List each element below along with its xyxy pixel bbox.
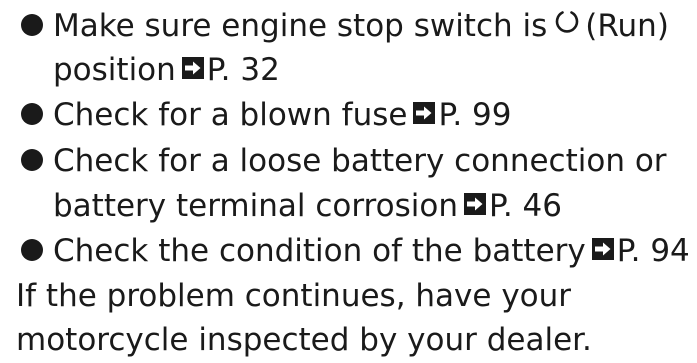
- page-reference: P. 99: [438, 97, 512, 133]
- instruction-item-battery-condition: Check the condition of the battery P. 94: [0, 228, 690, 274]
- page-reference-arrow-icon: [591, 227, 614, 273]
- instruction-text: Check for a loose battery connection or: [53, 143, 667, 179]
- page-reference: P. 32: [206, 52, 280, 88]
- instruction-text: Check for a blown fuse: [53, 97, 408, 133]
- page-reference: P. 94: [616, 233, 690, 269]
- footer-line-2: motorcycle inspected by your dealer.: [16, 322, 592, 358]
- instruction-item-engine-stop-switch: Make sure engine stop switch is (Run): [0, 3, 669, 49]
- instruction-text: Make sure engine stop switch is: [53, 8, 548, 44]
- instruction-text: Check the condition of the battery: [53, 233, 586, 269]
- instruction-item-engine-stop-switch-continued: position P. 32: [0, 47, 280, 93]
- bullet-icon: [21, 102, 43, 125]
- instruction-text: battery terminal corrosion: [53, 188, 458, 224]
- instruction-item-fuse: Check for a blown fuse P. 99: [0, 92, 511, 138]
- run-label: (Run): [585, 8, 669, 44]
- bullet-icon: [21, 148, 43, 171]
- instruction-item-battery-connection: Check for a loose battery connection or: [0, 138, 667, 184]
- footer-line-1: If the problem continues, have your: [16, 278, 572, 314]
- engine-stop-switch-run-icon: [553, 2, 581, 48]
- bullet-icon: [21, 13, 43, 36]
- instruction-text: position: [53, 52, 176, 88]
- page-reference-arrow-icon: [181, 46, 204, 92]
- troubleshooting-instructions: Make sure engine stop switch is (Run) pos…: [0, 0, 697, 361]
- page-reference: P. 46: [488, 188, 562, 224]
- instruction-item-battery-connection-continued: battery terminal corrosion P. 46: [0, 183, 562, 229]
- page-reference-arrow-icon: [463, 182, 486, 228]
- bullet-icon: [21, 238, 43, 261]
- page-reference-arrow-icon: [413, 91, 436, 137]
